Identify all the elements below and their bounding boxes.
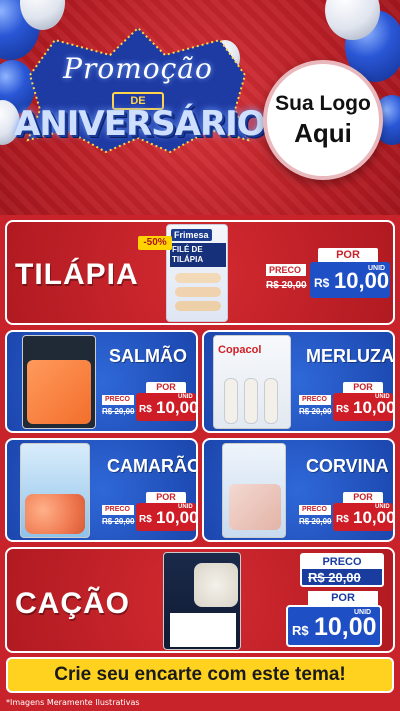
product-image-camarao — [20, 443, 90, 538]
unit-label: UNID — [354, 609, 372, 616]
unit-label: UNID — [178, 504, 193, 510]
currency: R$ — [292, 623, 309, 638]
shrimp-pile — [25, 494, 85, 534]
old-price: R$ 20,00 — [299, 517, 332, 526]
por-label: POR — [318, 248, 378, 262]
old-price: R$ 20,00 — [102, 407, 135, 416]
old-price: R$ 20,00 — [299, 407, 332, 416]
fish-fillet — [229, 484, 281, 530]
logo-line2: Aqui — [294, 117, 352, 148]
price-box-cacao: PRECO R$ 20,00 POR R$ 10,00 UNID — [280, 553, 390, 651]
product-name: MERLUZA — [306, 346, 394, 366]
preco-label: PRECO — [102, 395, 134, 405]
price-box-corvina: POR PRECO R$ 20,00 R$ 10,00 UNID — [299, 492, 396, 532]
preco-label: PRECO — [299, 505, 331, 515]
old-price: R$ 20,00 — [266, 280, 307, 291]
new-price: 10,00 — [156, 508, 199, 527]
preco-label: PRECO — [266, 264, 306, 276]
product-name: CORVINA — [306, 456, 389, 476]
por-label: POR — [146, 492, 186, 503]
unit-label: UNID — [178, 394, 193, 400]
por-label: POR — [146, 382, 186, 393]
currency: R$ — [139, 514, 152, 525]
new-price-box: R$ 10,00 UNID — [286, 605, 382, 647]
fish-steak — [194, 563, 238, 607]
product-name: CAMARÃO — [107, 456, 198, 476]
preco-label: PRECO — [302, 555, 382, 569]
new-price: 10,00 — [353, 398, 396, 417]
por-label: POR — [343, 382, 383, 393]
logo-line1: Sua Logo — [275, 91, 371, 115]
old-price: R$ 20,00 — [308, 570, 361, 585]
unit-label: UNID — [375, 504, 390, 510]
new-price-box: R$ 10,00 UNID — [333, 393, 396, 421]
cta-banner: Crie seu encarte com este tema! — [6, 657, 394, 693]
package-label: FILÉ DE TILÁPIA — [170, 243, 226, 267]
copacol-label: Copacol — [218, 344, 262, 356]
new-price-box: R$ 10,00 UNID — [136, 503, 199, 531]
por-label: POR — [343, 492, 383, 503]
new-price: 10,00 — [314, 613, 377, 641]
product-name: SALMÃO — [109, 346, 187, 366]
por-label: POR — [308, 591, 378, 605]
product-image-cacao — [163, 552, 241, 650]
new-price-box: R$ 10,00 UNID — [310, 262, 390, 298]
new-price-box: R$ 10,00 UNID — [333, 503, 396, 531]
unit-label: UNID — [368, 265, 386, 272]
header: Promoção DE ANIVERSÁRIO Sua Logo Aqui — [0, 0, 400, 215]
new-price-box: R$ 10,00 UNID — [136, 393, 199, 421]
brand-copacol: Copacol — [218, 344, 261, 356]
new-price: 10,00 — [353, 508, 396, 527]
price-box-merluza: POR PRECO R$ 20,00 R$ 10,00 UNID — [299, 382, 396, 422]
old-price: R$ 20,00 — [102, 517, 135, 526]
salmon-fillet — [27, 360, 91, 424]
brand-frimesa: Frimesa — [171, 229, 212, 241]
fish-fillet — [175, 301, 221, 311]
product-image-salmao — [22, 335, 96, 429]
fish-fillet — [175, 273, 221, 283]
price-box-tilapia: POR PRECO R$ 20,00 R$ 10,00 UNID — [264, 248, 392, 300]
product-image-merluza: Copacol — [213, 335, 291, 429]
product-name: TILÁPIA — [15, 258, 139, 291]
price-box-camarao: POR PRECO R$ 20,00 R$ 10,00 UNID — [102, 492, 199, 532]
promo-aniversario: ANIVERSÁRIO — [14, 104, 266, 144]
unit-label: UNID — [375, 394, 390, 400]
product-image-tilapia: Frimesa FILÉ DE TILÁPIA — [166, 224, 228, 322]
product-name: CAÇÃO — [15, 587, 130, 620]
price-box-salmao: POR PRECO R$ 20,00 R$ 10,00 UNID — [102, 382, 199, 422]
discount-badge: -50% — [138, 236, 172, 250]
package-label — [170, 613, 236, 647]
fish-fillet — [244, 378, 258, 424]
promo-title: Promoção — [63, 52, 213, 85]
currency: R$ — [139, 404, 152, 415]
currency: R$ — [336, 404, 349, 415]
preco-label: PRECO — [299, 395, 331, 405]
preco-box: PRECO R$ 20,00 — [300, 553, 384, 587]
footnote: *Imagens Meramente Ilustrativas — [6, 698, 140, 707]
currency: R$ — [336, 514, 349, 525]
new-price: 10,00 — [156, 398, 199, 417]
product-image-corvina — [222, 443, 286, 538]
currency: R$ — [314, 276, 330, 290]
logo-placeholder: Sua Logo Aqui — [263, 60, 383, 180]
preco-label: PRECO — [102, 505, 134, 515]
fish-fillet — [175, 287, 221, 297]
fish-fillet — [264, 378, 278, 424]
fish-fillet — [224, 378, 238, 424]
